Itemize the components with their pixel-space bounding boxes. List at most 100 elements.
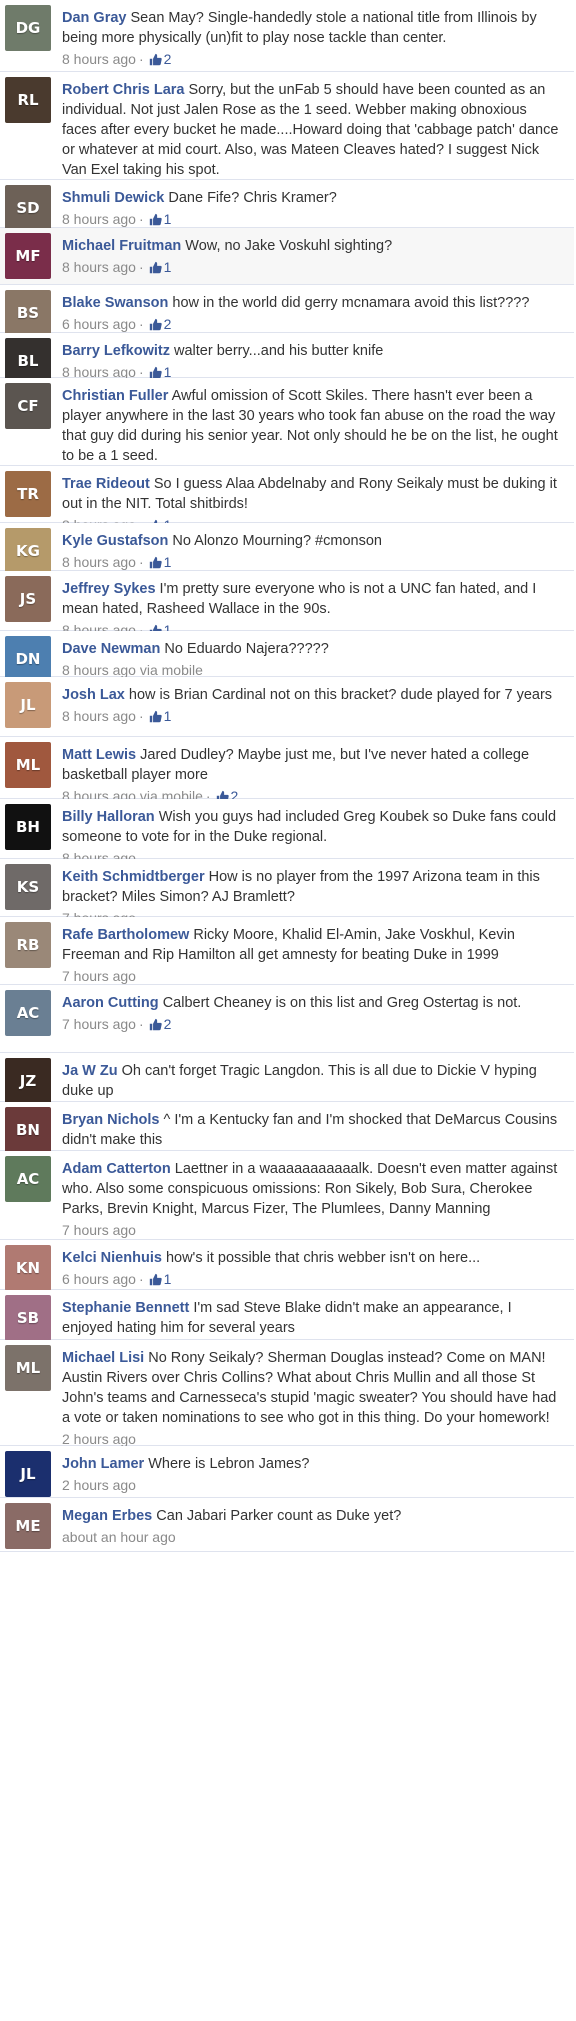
thumbs-up-icon[interactable] [149,51,162,71]
avatar[interactable]: ML [5,1345,51,1391]
avatar[interactable]: ML [5,742,51,788]
comment-author-link[interactable]: Kyle Gustafson [62,533,168,549]
comment-timestamp[interactable]: 7 hours ago [62,1016,136,1032]
like-count[interactable]: 1 [164,708,172,724]
comment-text-block: Kyle Gustafson No Alonzo Mourning? #cmon… [62,531,564,551]
meta-separator: · [138,51,144,67]
comment-timestamp[interactable]: 2 hours ago [62,1431,136,1447]
thumbs-up-icon[interactable] [149,708,162,728]
comment-author-link[interactable]: Adam Catterton [62,1161,171,1177]
comment-text-block: Christian Fuller Awful omission of Scott… [62,386,564,466]
comment-body: Michael Lisi No Rony Seikaly? Sherman Do… [62,1348,564,1449]
comment-text-block: Ja W Zu Oh can't forget Tragic Langdon. … [62,1061,564,1101]
comment-author-link[interactable]: Billy Halloran [62,809,155,825]
avatar[interactable]: JZ [5,1058,51,1104]
like-count[interactable]: 2 [164,51,172,67]
comment-timestamp[interactable]: 8 hours ago [62,554,136,570]
avatar[interactable]: DN [5,636,51,682]
avatar[interactable]: ME [5,1503,51,1549]
avatar[interactable]: JL [5,1451,51,1497]
comment-author-link[interactable]: Trae Rideout [62,476,150,492]
meta-separator: · [138,1016,144,1032]
comment-author-link[interactable]: Dave Newman [62,641,160,657]
comment-author-link[interactable]: Aaron Cutting [62,995,159,1011]
comment-timestamp[interactable]: 8 hours ago [62,211,136,227]
thumbs-up-icon[interactable] [149,1271,162,1291]
comment-row: AC Adam Catterton Laettner in a waaaaaaaa… [0,1151,574,1240]
comment-timestamp[interactable]: 6 hours ago [62,1271,136,1287]
comment-author-link[interactable]: Barry Lefkowitz [62,343,170,359]
comment-author-link[interactable]: Megan Erbes [62,1508,152,1524]
avatar-initials: ME [15,1517,41,1535]
avatar[interactable]: BN [5,1107,51,1153]
avatar[interactable]: RL [5,77,51,123]
comment-author-link[interactable]: Ja W Zu [62,1063,118,1079]
avatar[interactable]: TR [5,471,51,517]
comment-text-block: Trae Rideout So I guess Alaa Abdelnaby a… [62,474,564,514]
comment-author-link[interactable]: Bryan Nichols [62,1112,160,1128]
comment-author-link[interactable]: Dan Gray [62,10,126,26]
avatar[interactable]: KG [5,528,51,574]
comment-author-link[interactable]: Stephanie Bennett [62,1300,189,1316]
avatar[interactable]: AC [5,990,51,1036]
avatar[interactable]: AC [5,1156,51,1202]
comment-text-block: Billy Halloran Wish you guys had include… [62,807,564,847]
comment-author-link[interactable]: Michael Lisi [62,1350,144,1366]
avatar[interactable]: KS [5,864,51,910]
comment-author-link[interactable]: Shmuli Dewick [62,190,164,206]
avatar[interactable]: MF [5,233,51,279]
avatar[interactable]: DG [5,5,51,51]
like-count[interactable]: 1 [164,554,172,570]
comment-author-link[interactable]: Keith Schmidtberger [62,869,205,885]
like-count[interactable]: 2 [164,316,172,332]
comment-row: BN Bryan Nichols ^ I'm a Kentucky fan and… [0,1102,574,1169]
avatar[interactable]: JS [5,576,51,622]
avatar[interactable]: SB [5,1295,51,1341]
comment-timestamp[interactable]: 8 hours ago [62,51,136,67]
comment-timestamp[interactable]: 7 hours ago [62,1222,136,1238]
avatar[interactable]: BS [5,290,51,336]
comment-meta: 7 hours ago [62,1220,564,1240]
comment-text-block: Stephanie Bennett I'm sad Steve Blake di… [62,1298,564,1338]
comment-author-link[interactable]: Michael Fruitman [62,238,181,254]
comment-row: BH Billy Halloran Wish you guys had inclu… [0,799,574,866]
comment-text: Can Jabari Parker count as Duke yet? [156,1508,402,1524]
comment-source: via mobile [139,662,203,678]
avatar[interactable]: SD [5,185,51,231]
comment-timestamp[interactable]: 6 hours ago [62,316,136,332]
comment-author-link[interactable]: Christian Fuller [62,388,168,404]
avatar[interactable]: BH [5,804,51,850]
avatar[interactable]: JL [5,682,51,728]
comment-row: KS Keith Schmidtberger How is no player f… [0,859,574,926]
avatar[interactable]: KN [5,1245,51,1291]
comment-timestamp[interactable]: 7 hours ago [62,968,136,984]
comment-author-link[interactable]: Matt Lewis [62,747,136,763]
avatar[interactable]: RB [5,922,51,968]
comment-timestamp[interactable]: 8 hours ago [62,708,136,724]
comment-author-link[interactable]: John Lamer [62,1456,144,1472]
avatar[interactable]: CF [5,383,51,429]
comment-body: Kyle Gustafson No Alonzo Mourning? #cmon… [62,531,564,574]
comment-row: AC Aaron Cutting Calbert Cheaney is on th… [0,985,574,1053]
comment-timestamp[interactable]: about an hour ago [62,1529,176,1545]
comment-text-block: Bryan Nichols ^ I'm a Kentucky fan and I… [62,1110,564,1150]
like-count[interactable]: 1 [164,1271,172,1287]
thumbs-up-icon[interactable] [149,1016,162,1036]
comment-timestamp[interactable]: 2 hours ago [62,1477,136,1493]
comment-text-block: Barry Lefkowitz walter berry...and his b… [62,341,564,361]
comment-timestamp[interactable]: 8 hours ago [62,259,136,275]
comment-author-link[interactable]: Rafe Bartholomew [62,927,189,943]
meta-separator: · [138,1271,144,1287]
like-count[interactable]: 2 [164,1016,172,1032]
like-count[interactable]: 1 [164,211,172,227]
comment-author-link[interactable]: Kelci Nienhuis [62,1250,162,1266]
comment-author-link[interactable]: Robert Chris Lara [62,82,184,98]
like-count[interactable]: 1 [164,259,172,275]
comment-timestamp[interactable]: 8 hours ago [62,662,136,678]
comment-row: SD Shmuli Dewick Dane Fife? Chris Kramer?… [0,180,574,231]
comment-author-link[interactable]: Jeffrey Sykes [62,581,156,597]
comment-author-link[interactable]: Josh Lax [62,687,125,703]
comment-author-link[interactable]: Blake Swanson [62,295,168,311]
comment-text-block: Dan Gray Sean May? Single-handedly stole… [62,8,564,48]
thumbs-up-icon[interactable] [149,259,162,279]
